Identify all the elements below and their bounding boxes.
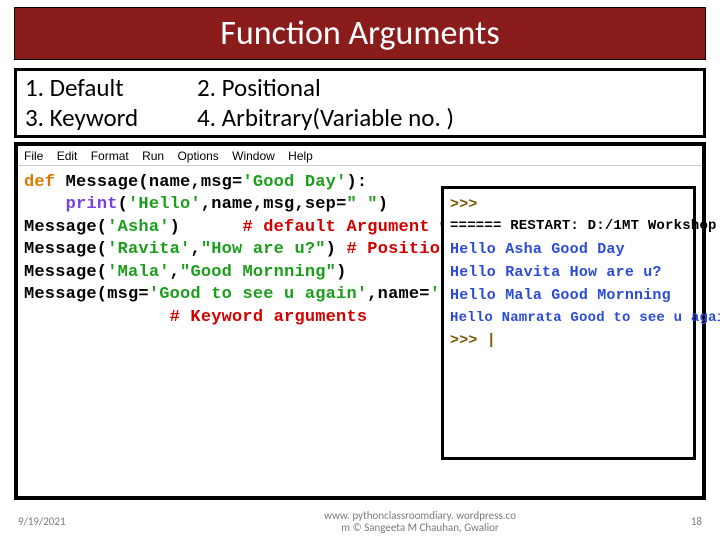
out-prompt-1: >>> bbox=[450, 193, 687, 216]
out-line-4: Hello Namrata Good to see u again bbox=[450, 308, 687, 330]
c4s: 'Asha' bbox=[107, 218, 169, 237]
code-op: ( bbox=[118, 195, 128, 214]
c6m: , bbox=[170, 263, 180, 282]
c4c: # default Argument wil bbox=[242, 218, 471, 237]
menu-help[interactable]: Help bbox=[288, 149, 313, 163]
out-restart: ====== RESTART: D:/1MT Workshop ZIET bbox=[450, 216, 687, 238]
code-s3: " " bbox=[346, 195, 377, 214]
menu-options[interactable]: Options bbox=[177, 149, 218, 163]
footer-credit-2: m © Sangeeta M Chauhan, Gwalior bbox=[341, 521, 498, 534]
c6a: Message( bbox=[24, 263, 107, 282]
type-keyword: 3. Keyword bbox=[25, 103, 197, 133]
c5s1: 'Ravita' bbox=[107, 240, 190, 259]
kw-def: def bbox=[24, 173, 55, 192]
type-arbitrary: 4. Arbitrary(Variable no. ) bbox=[197, 103, 695, 133]
footer-credit: www. pythonclassroomdiary. wordpress.co … bbox=[198, 510, 642, 534]
c6s1: 'Mala' bbox=[107, 263, 169, 282]
out-line-1: Hello Asha Good Day bbox=[450, 238, 687, 261]
title-bar: Function Arguments bbox=[14, 7, 706, 60]
code-t1: Message(name,msg= bbox=[55, 173, 242, 192]
c8a: Message(msg= bbox=[24, 285, 149, 304]
menu-divider bbox=[18, 165, 702, 166]
footer-date: 9/19/2021 bbox=[18, 515, 198, 528]
menu-file[interactable]: File bbox=[24, 149, 43, 163]
c5s2: "How are u?" bbox=[201, 240, 326, 259]
footer-credit-1: www. pythonclassroomdiary. wordpress.co bbox=[324, 509, 516, 522]
code-ind bbox=[24, 195, 66, 214]
out-prompt-2: >>> | bbox=[450, 329, 687, 352]
menu-edit[interactable]: Edit bbox=[57, 149, 78, 163]
c6s2: "Good Mornning" bbox=[180, 263, 336, 282]
code-cl: ) bbox=[378, 195, 388, 214]
footer-pageno: 18 bbox=[642, 515, 702, 528]
c9i bbox=[24, 308, 170, 327]
c5c: # Position bbox=[346, 240, 450, 259]
types-row-1: 1. Default 2. Positional bbox=[25, 73, 695, 103]
c6b: ) bbox=[336, 263, 346, 282]
footer: 9/19/2021 www. pythonclassroomdiary. wor… bbox=[0, 510, 720, 534]
argument-types-box: 1. Default 2. Positional 3. Keyword 4. A… bbox=[14, 68, 706, 138]
code-s1: 'Good Day' bbox=[242, 173, 346, 192]
code-m2: ,name,msg,sep= bbox=[201, 195, 347, 214]
type-default: 1. Default bbox=[25, 73, 197, 103]
output-box: >>> ====== RESTART: D:/1MT Workshop ZIET… bbox=[441, 186, 696, 460]
code-t1b: ): bbox=[346, 173, 367, 192]
c8s1: 'Good to see u again' bbox=[149, 285, 367, 304]
menu-window[interactable]: Window bbox=[232, 149, 275, 163]
slide-title: Function Arguments bbox=[220, 13, 499, 54]
menu-run[interactable]: Run bbox=[142, 149, 164, 163]
c4b: ) bbox=[170, 218, 243, 237]
types-row-2: 3. Keyword 4. Arbitrary(Variable no. ) bbox=[25, 103, 695, 133]
type-positional: 2. Positional bbox=[197, 73, 695, 103]
c8m: ,name= bbox=[367, 285, 429, 304]
c4a: Message( bbox=[24, 218, 107, 237]
c5m: , bbox=[190, 240, 200, 259]
c5b: ) bbox=[326, 240, 347, 259]
code-body: def Message(name,msg='Good Day'): print(… bbox=[18, 170, 702, 329]
editor-area: File Edit Format Run Options Window Help… bbox=[14, 142, 706, 500]
menu-format[interactable]: Format bbox=[91, 149, 129, 163]
out-line-3: Hello Mala Good Mornning bbox=[450, 284, 687, 307]
code-s2: 'Hello' bbox=[128, 195, 201, 214]
fn-print: print bbox=[66, 195, 118, 214]
out-line-2: Hello Ravita How are u? bbox=[450, 261, 687, 284]
c9c: # Keyword arguments bbox=[170, 308, 368, 327]
menu-bar: File Edit Format Run Options Window Help bbox=[18, 146, 702, 163]
c5a: Message( bbox=[24, 240, 107, 259]
